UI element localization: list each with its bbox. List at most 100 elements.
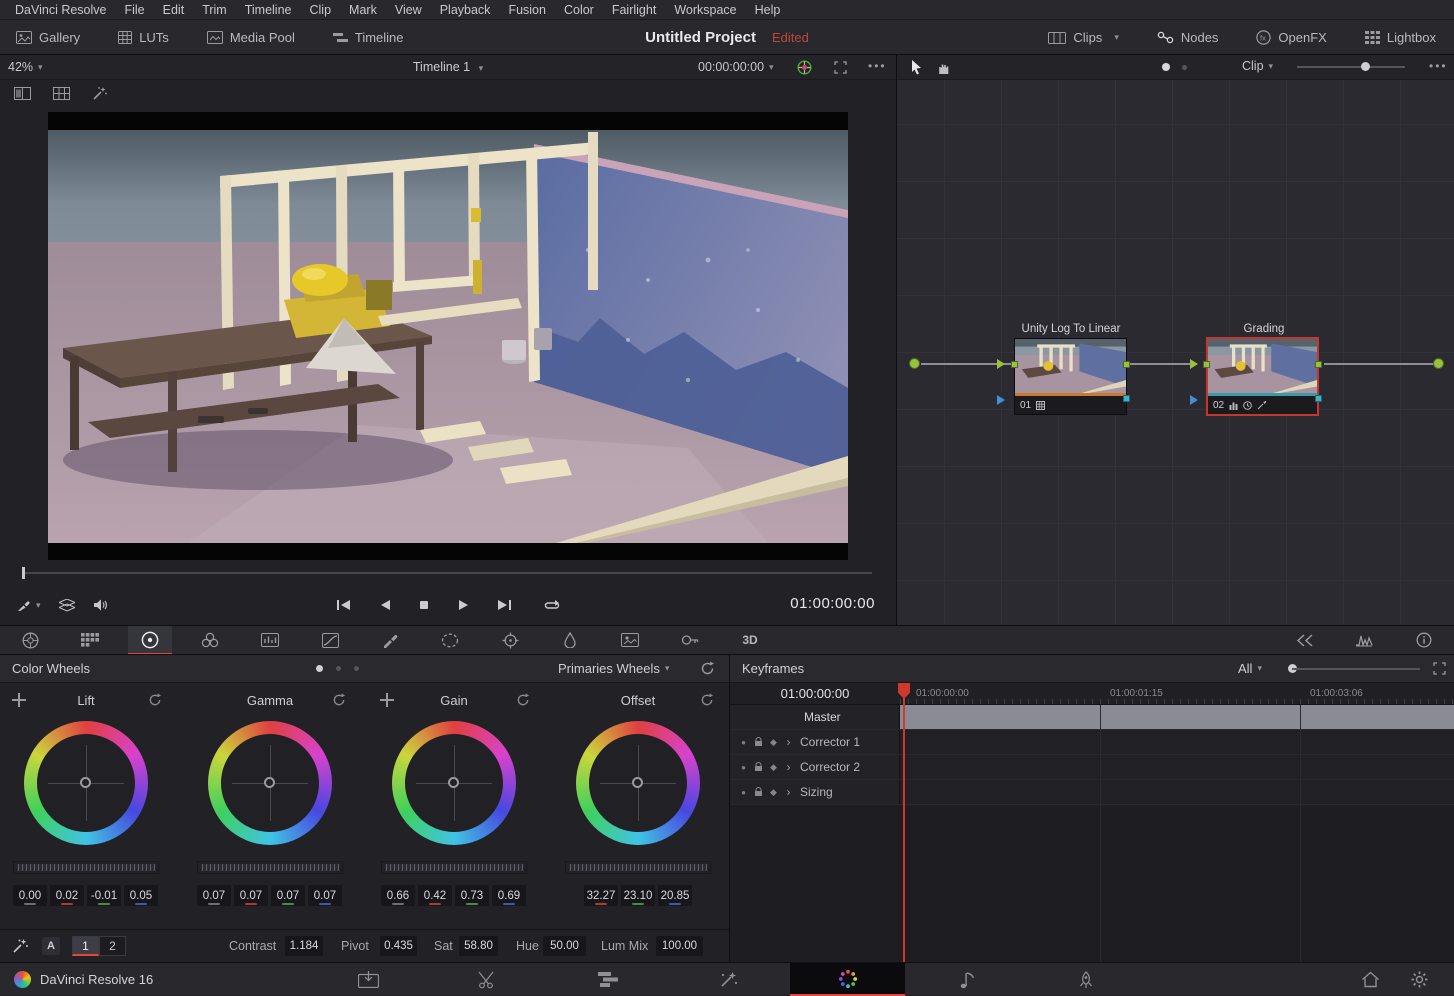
go-to-start-button[interactable]	[335, 598, 353, 612]
video-viewport[interactable]	[48, 112, 848, 560]
split-screen-icon[interactable]	[14, 87, 31, 100]
node-page-dot-2[interactable]	[1182, 65, 1187, 70]
color-viewer-icon[interactable]	[797, 60, 812, 75]
gamma-b-value[interactable]: 0.07	[308, 885, 342, 906]
play-reverse-button[interactable]	[377, 598, 393, 612]
camera-raw-palette-icon[interactable]	[8, 626, 52, 654]
fairlight-page-button[interactable]	[944, 963, 990, 996]
gain-master-wheel[interactable]	[381, 861, 527, 874]
gamma-r-value[interactable]: 0.07	[234, 885, 268, 906]
lift-reset-icon[interactable]	[148, 693, 162, 707]
viewer-scrub-playhead[interactable]	[22, 567, 25, 579]
gamma-y-value[interactable]: 0.07	[197, 885, 231, 906]
lightbox-button[interactable]: Lightbox	[1359, 20, 1442, 55]
gallery-button[interactable]: Gallery	[10, 20, 86, 55]
color-page-tab-active[interactable]	[790, 963, 905, 996]
stop-button[interactable]	[417, 598, 431, 612]
motion-effects-palette-icon[interactable]	[248, 626, 292, 654]
corrector2-expand-chevron[interactable]: ›	[781, 760, 796, 774]
node1-rgb-output-port[interactable]	[1123, 361, 1130, 368]
grid-view-icon[interactable]	[53, 87, 70, 100]
menu-trim[interactable]: Trim	[193, 3, 236, 17]
sizing-track-lane[interactable]	[900, 780, 1454, 804]
sat-value[interactable]: 58.80	[459, 936, 498, 956]
corrector2-enable-dot-icon[interactable]: ●	[736, 763, 751, 772]
lift-wheel-indicator[interactable]	[80, 777, 91, 788]
offset-wheel-indicator[interactable]	[632, 777, 643, 788]
luts-button[interactable]: LUTs	[112, 20, 175, 55]
deliver-page-button[interactable]	[1063, 963, 1109, 996]
node-tree-output-port[interactable]	[1433, 358, 1444, 369]
corrector2-track-lane[interactable]	[900, 755, 1454, 779]
pan-hand-icon[interactable]	[937, 60, 951, 75]
lift-b-value[interactable]: 0.05	[124, 885, 158, 906]
lift-color-wheel[interactable]	[24, 721, 148, 845]
sizing-3d-palette-icon[interactable]: 3D	[728, 626, 772, 654]
wheels-tab-1[interactable]: 1	[72, 936, 99, 956]
pivot-value[interactable]: 0.435	[380, 936, 417, 956]
viewer-options-menu[interactable]: •••	[868, 59, 887, 73]
node-mode-selector[interactable]: Clip ▾	[1242, 59, 1273, 73]
menu-fusion[interactable]: Fusion	[499, 3, 555, 17]
menu-workspace[interactable]: Workspace	[665, 3, 745, 17]
keyframe-track-corrector2[interactable]: ● ◆ › Corrector 2	[730, 755, 1454, 780]
node2[interactable]: 02	[1206, 337, 1319, 416]
corrector1-lock-icon[interactable]	[751, 737, 766, 747]
info-icon[interactable]	[1402, 626, 1446, 654]
node-page-dot-1[interactable]	[1162, 63, 1170, 71]
source-timecode-select[interactable]: 00:00:00:00 ▾	[698, 60, 774, 74]
bypass-grades-icon[interactable]	[1283, 626, 1327, 654]
gain-wheel-indicator[interactable]	[448, 777, 459, 788]
node2-key-output-port[interactable]	[1315, 395, 1322, 402]
hue-value[interactable]: 50.00	[543, 936, 586, 956]
nodes-button[interactable]: Nodes	[1151, 20, 1225, 55]
offset-reset-icon[interactable]	[700, 693, 714, 707]
wheels-page-dot-2[interactable]	[336, 666, 341, 671]
offset-master-wheel[interactable]	[565, 861, 711, 874]
gain-y-value[interactable]: 0.66	[381, 885, 415, 906]
source-input-port[interactable]	[909, 358, 920, 369]
sizing-keyframe-diamond-icon[interactable]: ◆	[766, 787, 781, 798]
menu-timeline[interactable]: Timeline	[236, 3, 301, 17]
master-track-lane[interactable]	[900, 705, 1454, 729]
menu-fairlight[interactable]: Fairlight	[603, 3, 665, 17]
wheels-reset-all-icon[interactable]	[700, 661, 715, 676]
gain-g-value[interactable]: 0.73	[455, 885, 489, 906]
menu-color[interactable]: Color	[555, 3, 603, 17]
node2-rgb-input-port[interactable]	[1203, 361, 1210, 368]
lift-master-wheel[interactable]	[13, 861, 159, 874]
loop-playback-button[interactable]	[543, 598, 561, 612]
node-zoom-slider[interactable]	[1297, 66, 1405, 68]
menu-edit[interactable]: Edit	[154, 3, 194, 17]
node1[interactable]: 01	[1014, 338, 1127, 415]
clips-button[interactable]: Clips ▾	[1042, 20, 1124, 55]
sizing-lock-icon[interactable]	[751, 787, 766, 797]
lift-y-value[interactable]: 0.00	[13, 885, 47, 906]
node-graph-canvas[interactable]: Unity Log To Linear 01	[897, 80, 1454, 625]
keyframe-track-corrector1[interactable]: ● ◆ › Corrector 1	[730, 730, 1454, 755]
go-to-end-button[interactable]	[495, 598, 513, 612]
qualifier-palette-icon[interactable]	[368, 626, 412, 654]
sizing-enable-dot-icon[interactable]: ●	[736, 788, 751, 797]
corrector1-keyframe-diamond-icon[interactable]: ◆	[766, 737, 781, 748]
gamma-master-wheel[interactable]	[197, 861, 343, 874]
node1-rgb-input-port[interactable]	[1011, 361, 1018, 368]
keyframes-zoom-slider[interactable]	[1292, 668, 1420, 670]
contrast-value[interactable]: 1.184	[285, 936, 323, 956]
node-options-menu[interactable]: •••	[1429, 59, 1448, 73]
play-button[interactable]	[455, 598, 471, 612]
menu-app[interactable]: DaVinci Resolve	[6, 3, 115, 17]
lift-g-value[interactable]: -0.01	[87, 885, 121, 906]
viewer-scrub-bar[interactable]	[24, 572, 872, 574]
corrector2-keyframe-diamond-icon[interactable]: ◆	[766, 762, 781, 773]
corrector2-lock-icon[interactable]	[751, 762, 766, 772]
lum-mix-value[interactable]: 100.00	[656, 936, 703, 956]
cut-page-button[interactable]	[464, 963, 510, 996]
curves-palette-icon[interactable]	[308, 626, 352, 654]
wheels-mode-selector[interactable]: Primaries Wheels ▾	[558, 661, 669, 676]
gamma-reset-icon[interactable]	[332, 693, 346, 707]
media-pool-button[interactable]: Media Pool	[201, 20, 301, 55]
magic-mask-palette-icon[interactable]	[548, 626, 592, 654]
offset-r-value[interactable]: 32.27	[584, 885, 618, 906]
enhanced-viewer-wand-icon[interactable]	[92, 86, 108, 101]
